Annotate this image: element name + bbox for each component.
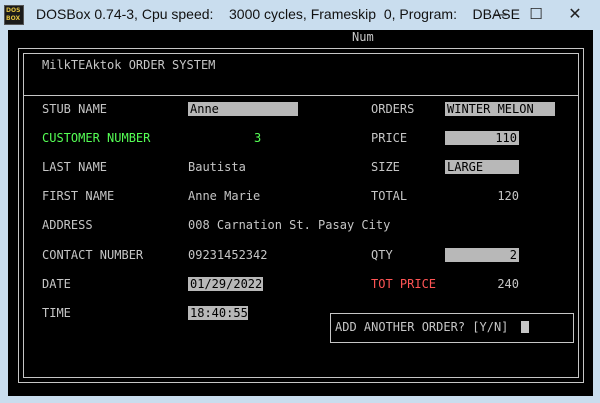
header-divider xyxy=(23,95,579,96)
contact-number-value: 09231452342 xyxy=(188,248,268,262)
stub-name-field[interactable]: Anne xyxy=(188,102,298,116)
title-bar[interactable]: DOS BOX DOSBox 0.74-3, Cpu speed: 3000 c… xyxy=(0,0,600,30)
contact-number-label: CONTACT NUMBER xyxy=(42,248,144,262)
customer-number-value: 3 xyxy=(254,131,262,145)
size-label: SIZE xyxy=(371,160,400,174)
close-button[interactable]: ✕ xyxy=(555,0,595,30)
address-label: ADDRESS xyxy=(42,218,93,232)
customer-number-label: CUSTOMER NUMBER xyxy=(42,131,151,145)
app-icon-text-bottom: BOX xyxy=(6,15,21,22)
first-name-label: FIRST NAME xyxy=(42,189,115,203)
qty-field[interactable]: 2 xyxy=(445,248,519,262)
dos-screen[interactable]: Num MilkTEAktok ORDER SYSTEM STUB NAME C… xyxy=(8,30,593,396)
address-value: 008 Carnation St. Pasay City xyxy=(188,218,391,232)
qty-label: QTY xyxy=(371,248,393,262)
app-icon-text-top: DOS xyxy=(6,7,21,14)
num-lock-indicator: Num xyxy=(352,30,374,44)
price-label: PRICE xyxy=(371,131,408,145)
last-name-label: LAST NAME xyxy=(42,160,108,174)
dosbox-window: DOS BOX DOSBox 0.74-3, Cpu speed: 3000 c… xyxy=(0,0,600,403)
total-value: 120 xyxy=(497,189,519,203)
last-name-value: Bautista xyxy=(188,160,246,174)
price-field[interactable]: 110 xyxy=(445,131,519,145)
maximize-button[interactable]: ☐ xyxy=(516,0,556,30)
page-title: MilkTEAktok ORDER SYSTEM xyxy=(42,58,216,72)
date-field[interactable]: 01/29/2022 xyxy=(188,277,263,291)
add-order-prompt: ADD ANOTHER ORDER? [Y/N] xyxy=(335,320,509,334)
minimize-button[interactable]: — xyxy=(480,0,520,30)
size-field[interactable]: LARGE xyxy=(445,160,519,174)
text-cursor[interactable] xyxy=(521,321,529,333)
tot-price-value: 240 xyxy=(497,277,519,291)
date-label: DATE xyxy=(42,277,71,291)
dosbox-app-icon: DOS BOX xyxy=(4,5,24,25)
first-name-value: Anne Marie xyxy=(188,189,261,203)
stub-name-label: STUB NAME xyxy=(42,102,108,116)
orders-field[interactable]: WINTER MELON xyxy=(445,102,555,116)
time-label: TIME xyxy=(42,306,71,320)
tot-price-label: TOT PRICE xyxy=(371,277,437,291)
time-field[interactable]: 18:40:55 xyxy=(188,306,248,320)
window-title: DOSBox 0.74-3, Cpu speed: 3000 cycles, F… xyxy=(36,6,520,22)
total-label: TOTAL xyxy=(371,189,408,203)
orders-label: ORDERS xyxy=(371,102,415,116)
